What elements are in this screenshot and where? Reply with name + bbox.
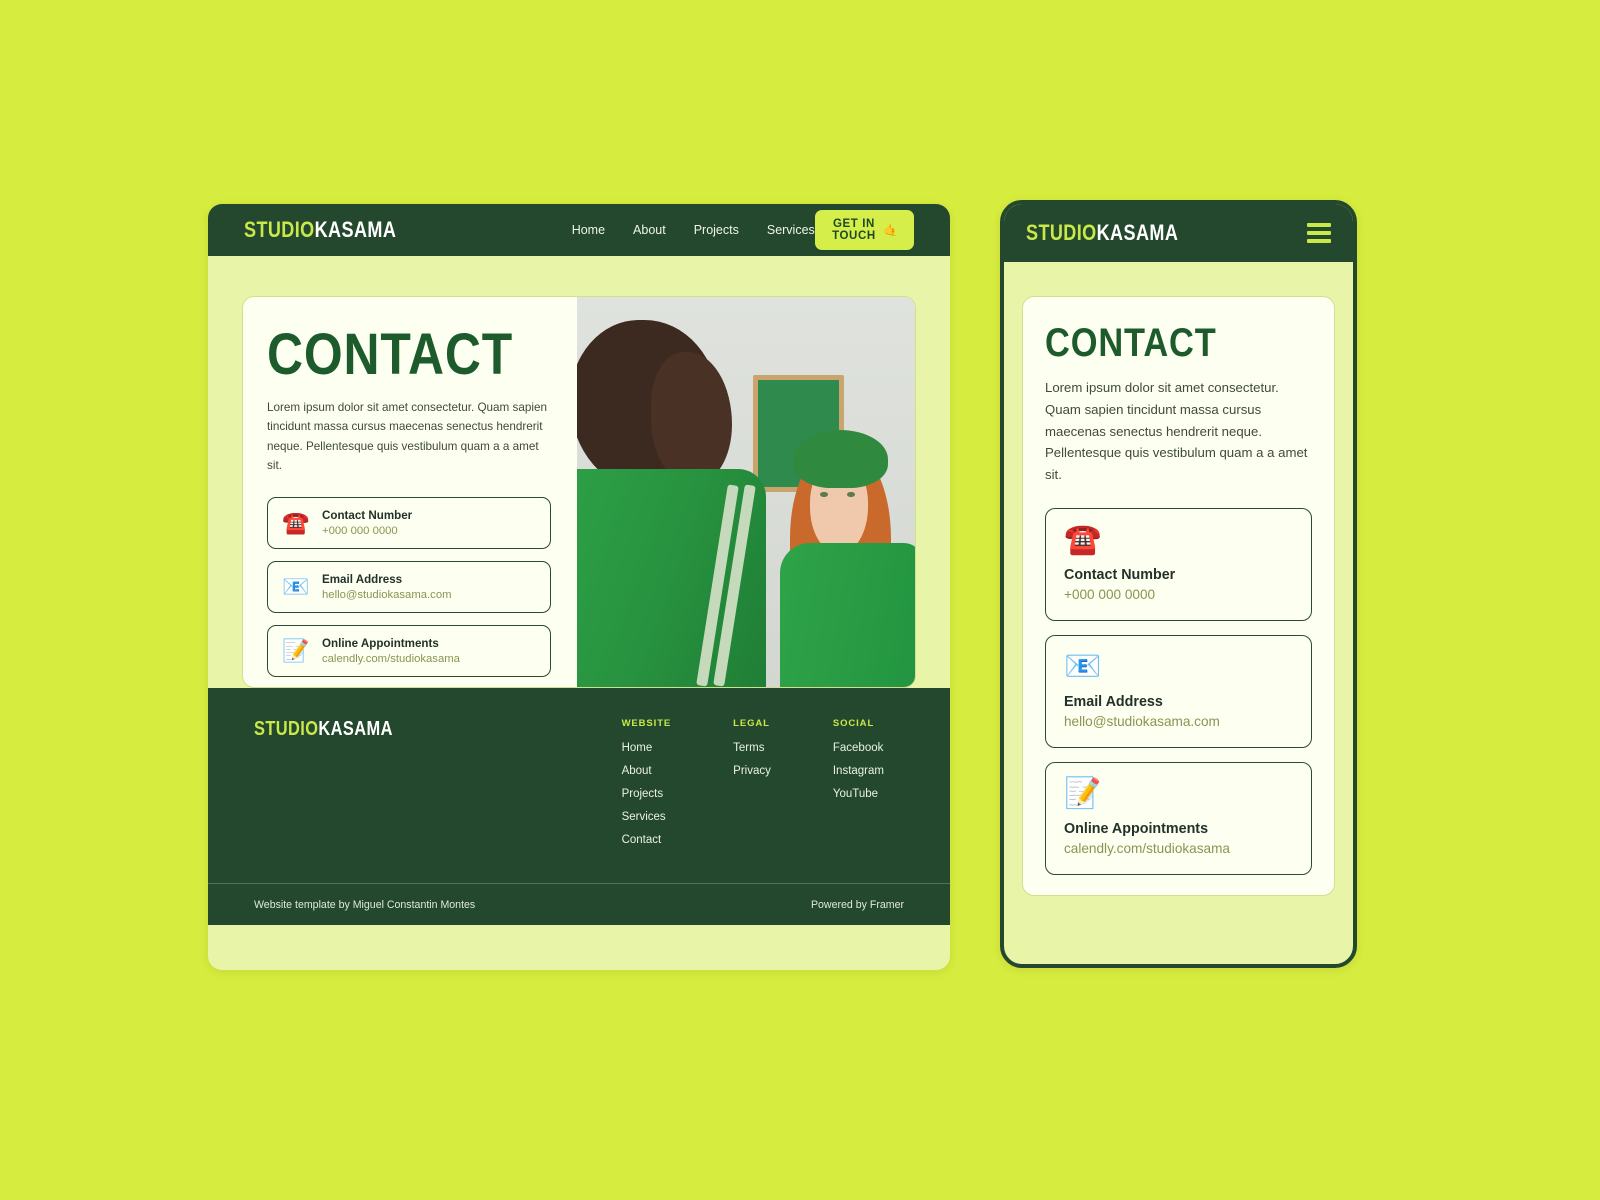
screenshot-canvas: STUDIOKASAMA Home About Projects Service… (0, 0, 1600, 1200)
desktop-footer: STUDIOKASAMA WEBSITE Home About Projects… (208, 688, 950, 883)
footer-link-terms[interactable]: Terms (733, 742, 771, 754)
footer-logo-part-two: KASAMA (318, 718, 393, 740)
photo-woman-body (779, 542, 915, 687)
mobile-contact-title: Online Appointments (1064, 820, 1209, 837)
contact-info-value: hello@studiokasama.com (322, 589, 452, 602)
contact-info-title: Email Address (322, 573, 403, 587)
contact-info-row-phone[interactable]: ☎️ Contact Number +000 000 0000 (267, 497, 551, 550)
memo-icon: 📝 (282, 638, 310, 664)
nav-link-about[interactable]: About (633, 223, 666, 237)
footer-link-home[interactable]: Home (622, 742, 672, 754)
logo-part-two: KASAMA (314, 217, 397, 242)
email-icon: 📧 (1064, 649, 1102, 683)
mobile-preview-frame: STUDIOKASAMA CONTACT Lorem ipsum dolor s… (1000, 200, 1357, 968)
page-lead: Lorem ipsum dolor sit amet consectetur. … (267, 401, 547, 472)
mobile-site-logo[interactable]: STUDIOKASAMA (1026, 220, 1178, 246)
desktop-preview-frame: STUDIOKASAMA Home About Projects Service… (208, 204, 950, 970)
desktop-header: STUDIOKASAMA Home About Projects Service… (208, 204, 950, 256)
contact-info-value: calendly.com/studiokasama (322, 653, 460, 666)
footer-credit-bar: Website template by Miguel Constantin Mo… (208, 883, 950, 925)
footer-column-social: SOCIAL Facebook Instagram YouTube (833, 718, 884, 857)
email-icon: 📧 (282, 574, 310, 600)
contact-info-row-appointments[interactable]: 📝 Online Appointments calendly.com/studi… (267, 625, 551, 678)
hamburger-bar-2 (1307, 231, 1331, 235)
mobile-contact-row-phone[interactable]: ☎️ Contact Number +000 000 0000 (1045, 507, 1312, 621)
hamburger-icon[interactable] (1307, 223, 1331, 243)
mobile-header: STUDIOKASAMA (1004, 204, 1353, 262)
contact-info-title: Online Appointments (322, 637, 439, 651)
mobile-contact-value: hello@studiokasama.com (1064, 713, 1220, 729)
telephone-icon: ☎️ (282, 510, 310, 536)
nav-link-projects[interactable]: Projects (694, 223, 739, 237)
mobile-contact-value: calendly.com/studiokasama (1064, 840, 1230, 856)
footer-logo[interactable]: STUDIOKASAMA (254, 718, 393, 857)
footer-column-heading: SOCIAL (832, 718, 875, 729)
contact-info-title: Contact Number (322, 509, 413, 523)
footer-link-instagram[interactable]: Instagram (833, 765, 884, 777)
footer-column-website: WEBSITE Home About Projects Services Con… (622, 718, 672, 857)
mobile-contact-row-email[interactable]: 📧 Email Address hello@studiokasama.com (1045, 634, 1312, 748)
mobile-contact-card: CONTACT Lorem ipsum dolor sit amet conse… (1022, 296, 1335, 896)
get-in-touch-label: GET IN TOUCH (832, 218, 876, 242)
template-credit: Website template by Miguel Constantin Mo… (254, 898, 476, 911)
contact-hero-photo (577, 297, 915, 687)
footer-column-heading: WEBSITE (621, 718, 672, 729)
mobile-contact-row-appointments[interactable]: 📝 Online Appointments calendly.com/studi… (1045, 761, 1312, 875)
site-logo[interactable]: STUDIOKASAMA (244, 217, 396, 243)
powered-by-credit: Powered by Framer (810, 898, 904, 911)
mobile-logo-part-two: KASAMA (1096, 220, 1179, 245)
contact-info-value: +000 000 0000 (322, 525, 398, 538)
footer-link-privacy[interactable]: Privacy (733, 765, 771, 777)
mobile-logo-part-one: STUDIO (1026, 220, 1097, 245)
footer-link-about[interactable]: About (622, 765, 672, 777)
hamburger-bar-1 (1307, 223, 1331, 227)
contact-info-list: ☎️ Contact Number +000 000 0000 📧 Email … (267, 497, 551, 678)
call-me-hand-icon: 🤙 (883, 225, 898, 237)
memo-icon: 📝 (1064, 776, 1102, 810)
page-title: CONTACT (267, 322, 514, 387)
primary-nav: Home About Projects Services (572, 223, 815, 237)
footer-link-services[interactable]: Services (622, 811, 672, 823)
footer-link-projects[interactable]: Projects (622, 788, 672, 800)
contact-info-row-email[interactable]: 📧 Email Address hello@studiokasama.com (267, 561, 551, 614)
mobile-contact-title: Contact Number (1064, 566, 1176, 583)
contact-hero-text: CONTACT Lorem ipsum dolor sit amet conse… (243, 297, 577, 687)
hamburger-bar-3 (1307, 239, 1331, 243)
mobile-contact-info-list: ☎️ Contact Number +000 000 0000 📧 Email … (1045, 507, 1312, 875)
mobile-main: CONTACT Lorem ipsum dolor sit amet conse… (1004, 262, 1353, 896)
mobile-page-title: CONTACT (1045, 321, 1217, 365)
footer-link-columns: WEBSITE Home About Projects Services Con… (622, 718, 904, 857)
telephone-icon: ☎️ (1064, 522, 1102, 556)
nav-link-home[interactable]: Home (572, 223, 605, 237)
logo-part-one: STUDIO (244, 217, 315, 242)
mobile-page-lead: Lorem ipsum dolor sit amet consectetur. … (1045, 380, 1308, 483)
contact-hero-card: CONTACT Lorem ipsum dolor sit amet conse… (242, 296, 916, 688)
photo-woman-beret (793, 429, 888, 489)
footer-link-contact[interactable]: Contact (622, 834, 672, 846)
nav-link-services[interactable]: Services (767, 223, 815, 237)
mobile-contact-value: +000 000 0000 (1064, 586, 1156, 602)
desktop-main: CONTACT Lorem ipsum dolor sit amet conse… (208, 256, 950, 688)
footer-column-legal: LEGAL Terms Privacy (733, 718, 771, 857)
footer-logo-part-one: STUDIO (254, 718, 319, 740)
get-in-touch-button[interactable]: GET IN TOUCH 🤙 (814, 210, 914, 250)
footer-link-youtube[interactable]: YouTube (833, 788, 884, 800)
footer-column-heading: LEGAL (733, 718, 770, 729)
mobile-contact-title: Email Address (1064, 693, 1163, 710)
footer-link-facebook[interactable]: Facebook (833, 742, 884, 754)
